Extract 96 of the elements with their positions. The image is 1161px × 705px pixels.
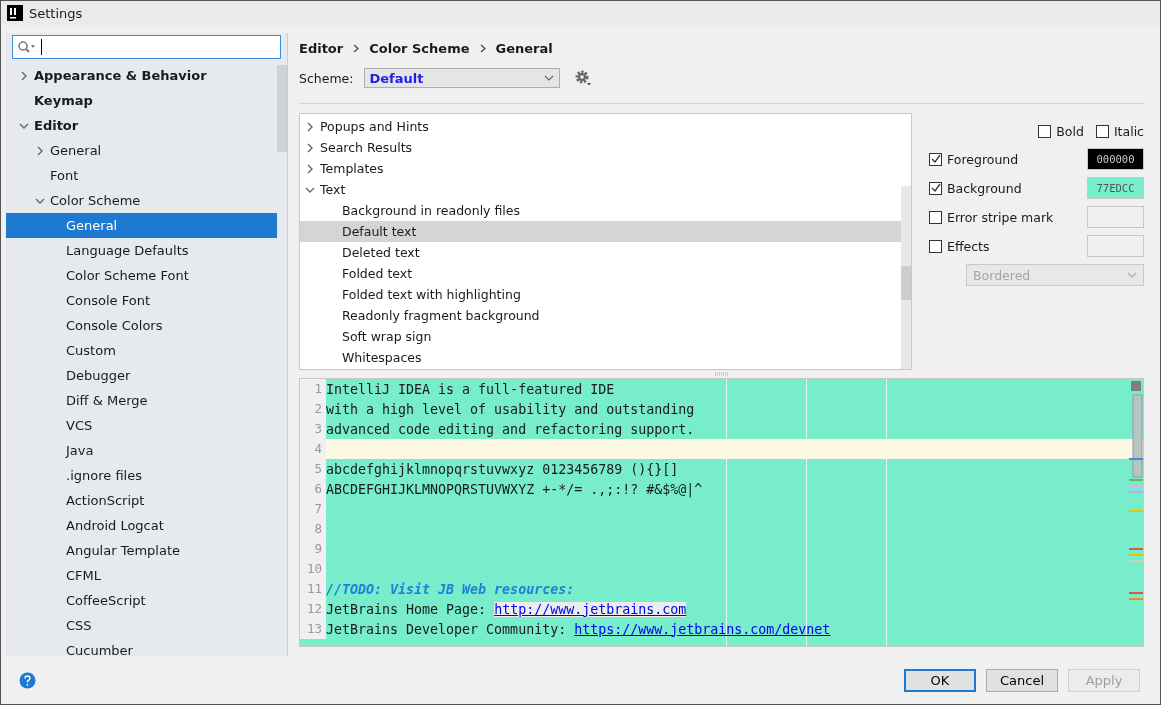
sidebar-item[interactable]: Android Logcat (6, 513, 277, 538)
line-number: 11 (300, 579, 326, 599)
line-number: 13 (300, 619, 326, 639)
sidebar-item[interactable]: Language Defaults (6, 238, 277, 263)
sidebar-item[interactable]: Java (6, 438, 277, 463)
code-text: advanced code editing and refactoring support. (326, 421, 695, 437)
checkbox[interactable] (929, 181, 942, 195)
attribute-item[interactable]: Templates (300, 158, 901, 179)
checkbox[interactable] (1095, 124, 1109, 138)
checkbox-label: Foreground (947, 151, 1019, 167)
attribute-item[interactable]: Default text (300, 221, 901, 242)
color-swatch[interactable] (1087, 235, 1144, 257)
chevron-icon (479, 43, 486, 53)
line-number: 7 (300, 499, 326, 519)
gear-icon[interactable] (573, 69, 592, 87)
checkbox-label: Error stripe mark (947, 209, 1054, 225)
caret-icon (1127, 272, 1137, 278)
search-icon (17, 40, 37, 54)
todo-comment: //TODO: Visit JB Web resources: (326, 581, 575, 597)
attribute-item[interactable]: Whitespaces (300, 347, 901, 368)
checkbox-label: Italic (1113, 123, 1144, 139)
code-text: ABCDEFGHIJKLMNOPQRSTUVWXYZ +-*/= .,;:!? #&$%@|^ (326, 481, 703, 497)
checkbox[interactable] (929, 152, 942, 166)
attribute-item[interactable]: Text (300, 179, 901, 200)
dialog-button[interactable]: OK (904, 668, 976, 692)
attribute-item[interactable]: Popups and Hints (300, 116, 901, 137)
attribute-item[interactable]: Folded text with highlighting (300, 284, 901, 305)
sidebar-item[interactable]: Editor (6, 113, 277, 138)
sidebar-item[interactable]: Color Scheme Font (6, 263, 277, 288)
sidebar-item[interactable]: Color Scheme (6, 188, 277, 213)
attribute-item[interactable]: Deleted text (300, 242, 901, 263)
color-swatch[interactable] (1087, 206, 1144, 228)
scrollbar-thumb[interactable] (901, 266, 911, 300)
line-number: 8 (300, 519, 326, 539)
splitter-handle-icon[interactable] (713, 372, 730, 376)
scrollbar-thumb[interactable] (277, 65, 287, 152)
text-cursor (41, 39, 42, 55)
sidebar-item[interactable]: Angular Template (6, 538, 277, 563)
checkbox[interactable] (929, 210, 942, 224)
sidebar-item[interactable]: General (6, 138, 277, 163)
sidebar-item[interactable]: CoffeeScript (6, 588, 277, 613)
attribute-item[interactable]: Readonly fragment background (300, 305, 901, 326)
sidebar-item[interactable]: Keymap (6, 88, 277, 113)
breadcrumb-item[interactable]: Editor (299, 40, 344, 56)
line-number: 5 (300, 459, 326, 479)
attribute-item[interactable]: Soft wrap sign (300, 326, 901, 347)
sidebar-item[interactable]: Console Font (6, 288, 277, 313)
line-number: 6 (300, 479, 326, 499)
attribute-item[interactable]: Background in readonly files (300, 200, 901, 221)
attribute-item[interactable]: Search Results (300, 137, 901, 158)
checkbox-label: Background (947, 180, 1022, 196)
line-number: 1 (300, 379, 326, 399)
code-text: abcdefghijklmnopqrstuvwxyz 0123456789 (){}[] (326, 461, 679, 477)
line-number: 10 (300, 559, 326, 579)
color-swatch[interactable]: 77EDCC (1087, 177, 1144, 199)
sidebar-item[interactable]: Cucumber (6, 638, 277, 663)
line-number: 4 (300, 439, 326, 459)
sidebar-item[interactable]: CFML (6, 563, 277, 588)
dialog-button[interactable]: Cancel (986, 668, 1058, 692)
breadcrumb-item[interactable]: Color Scheme (369, 40, 470, 56)
code-text: IntelliJ IDEA is a full-featured IDE (326, 381, 615, 397)
line-number: 12 (300, 599, 326, 619)
caret-icon (543, 75, 554, 81)
checkbox[interactable] (1038, 124, 1052, 138)
breadcrumb-item[interactable]: General (495, 40, 553, 56)
sidebar-item[interactable]: Appearance & Behavior (6, 63, 277, 88)
line-number: 2 (300, 399, 326, 419)
window-title: Settings (29, 5, 83, 21)
search-field[interactable] (12, 35, 281, 59)
app-icon (7, 5, 23, 21)
sidebar-item[interactable]: General (6, 213, 277, 238)
checkbox-label: Effects (947, 238, 990, 254)
line-number: 9 (300, 539, 326, 559)
attribute-item[interactable]: Folded text (300, 263, 901, 284)
sidebar-item[interactable]: Console Colors (6, 313, 277, 338)
link[interactable]: http://www.jetbrains.com (494, 601, 687, 617)
chevron-icon (353, 43, 360, 53)
link[interactable]: https://www.jetbrains.com/devnet (574, 621, 831, 637)
sidebar-item[interactable]: .ignore files (6, 463, 277, 488)
scheme-dropdown[interactable]: Default (363, 68, 560, 88)
code-text: JetBrains Home Page: (326, 601, 488, 617)
checkbox[interactable] (929, 239, 942, 253)
sidebar-item[interactable]: ActionScript (6, 488, 277, 513)
scheme-label: Scheme: (299, 70, 354, 86)
sidebar-item[interactable]: Custom (6, 338, 277, 363)
code-text: with a high level of usability and outstanding (326, 401, 695, 417)
color-swatch[interactable]: 000000 (1087, 148, 1144, 170)
help-icon[interactable] (19, 671, 36, 689)
sidebar-item[interactable]: Font (6, 163, 277, 188)
checkbox-label: Bold (1056, 123, 1084, 139)
code-text: JetBrains Developer Community: (326, 621, 568, 637)
sidebar-item[interactable]: Debugger (6, 363, 277, 388)
line-number: 3 (300, 419, 326, 439)
sidebar-item[interactable]: Diff & Merge (6, 388, 277, 413)
sidebar-item[interactable]: CSS (6, 613, 277, 638)
sidebar-item[interactable]: VCS (6, 413, 277, 438)
